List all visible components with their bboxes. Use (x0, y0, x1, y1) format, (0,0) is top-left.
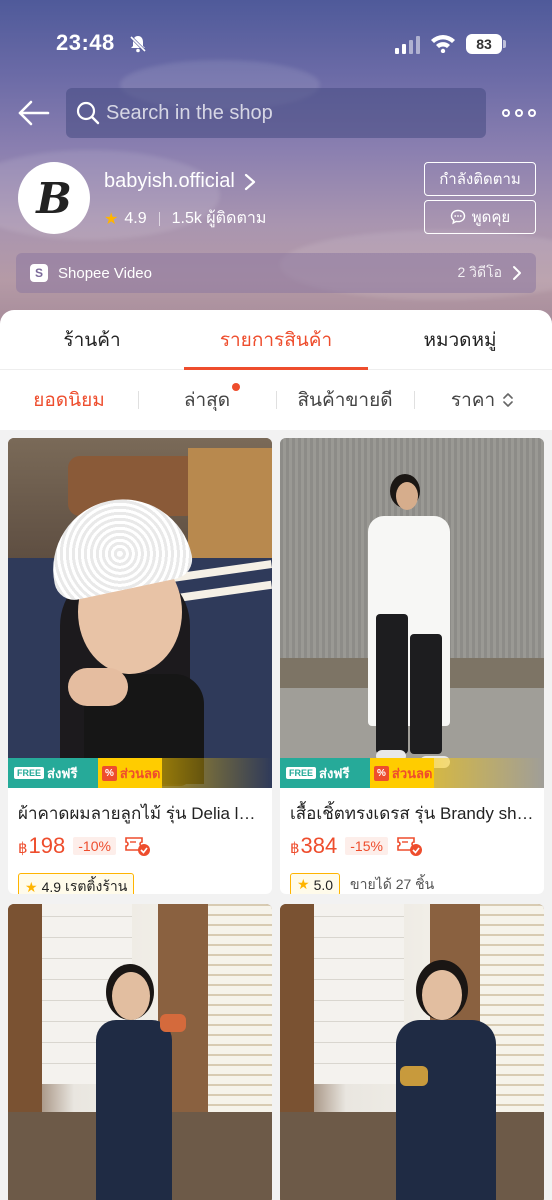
video-count-text: 2 วิดีโอ (457, 264, 502, 280)
discount-badge: % ส่วนลด (370, 758, 434, 788)
sort-price[interactable]: ราคา (414, 385, 552, 415)
rating-badge: ★ 5.0 (290, 873, 341, 894)
search-icon (76, 101, 100, 125)
price-value: 384 (300, 833, 338, 858)
coupon-icon (125, 837, 150, 856)
shop-rating: 4.9 (124, 209, 147, 227)
discount-label: -10% (73, 837, 116, 855)
shop-info: B babyish.official ★ 4.9 1.5k ผู้ติดตาม … (18, 162, 538, 238)
battery-indicator: 83 (466, 34, 506, 54)
rating-meta: เรตติ้งร้าน (65, 878, 128, 894)
product-image[interactable] (280, 904, 544, 1200)
promo-badges: FREE ส่งฟรี % ส่วนลด (8, 758, 272, 788)
product-card[interactable] (8, 904, 272, 1200)
tab-products[interactable]: รายการสินค้า (184, 310, 368, 370)
product-image[interactable] (8, 904, 272, 1200)
chevron-right-icon (244, 173, 255, 190)
search-input[interactable] (106, 101, 466, 125)
shop-name: babyish.official (104, 170, 235, 192)
rating-value: 4.9 (41, 879, 62, 894)
chat-button[interactable]: พูดคุย (424, 200, 536, 234)
product-meta: ★ 5.0 ขายได้ 27 ชิ้น (280, 859, 544, 894)
shop-tabs: ร้านค้า รายการสินค้า หมวดหมู่ (0, 310, 552, 370)
discount-text: ส่วนลด (119, 765, 161, 781)
sort-bar: ยอดนิยม ล่าสุด สินค้าขายดี ราคา (0, 370, 552, 430)
price-row: ฿198 -10% (8, 827, 272, 859)
currency-symbol: ฿ (290, 840, 300, 857)
sort-top-sales[interactable]: สินค้าขายดี (276, 385, 414, 415)
free-shipping-badge: FREE ส่งฟรี (8, 758, 98, 788)
rating-badge: ★ 4.9 เรตติ้งร้าน (18, 873, 135, 895)
product-image[interactable]: FREE ส่งฟรี % ส่วนลด (8, 438, 272, 788)
tab-shop[interactable]: ร้านค้า (0, 310, 184, 369)
divider (158, 211, 160, 226)
sort-price-label: ราคา (450, 390, 496, 411)
free-shipping-text: ส่งฟรี (47, 765, 78, 781)
sort-latest-label: ล่าสุด (183, 390, 231, 411)
tab-categories[interactable]: หมวดหมู่ (368, 310, 552, 369)
product-title[interactable]: เสื้อเชิ้ตทรงเดรส รุ่น Brandy shirt dres… (280, 788, 544, 827)
shopee-video-label: Shopee Video (58, 264, 152, 282)
chat-bubble-icon (450, 209, 465, 225)
shop-search-bar[interactable] (66, 88, 486, 138)
star-icon: ★ (25, 878, 38, 895)
free-shipping-text: ส่งฟรี (319, 765, 350, 781)
shop-stats: ★ 4.9 1.5k ผู้ติดตาม (104, 206, 266, 231)
sort-updown-icon (503, 393, 513, 407)
star-icon: ★ (104, 210, 119, 228)
free-tag: FREE (14, 767, 45, 779)
discount-tag: % (374, 765, 389, 781)
free-tag: FREE (286, 767, 317, 779)
rating-value: 5.0 (313, 876, 334, 893)
product-price: ฿384 (290, 833, 337, 859)
video-count: 2 วิดีโอ (457, 262, 522, 284)
product-card[interactable]: FREE ส่งฟรี % ส่วนลด เสื้อเชิ้ตทรงเดรส ร… (280, 438, 544, 894)
shop-name-link[interactable]: babyish.official (104, 170, 257, 193)
status-bar: 23:48 83 (0, 0, 552, 90)
sort-latest[interactable]: ล่าสุด (138, 383, 276, 415)
star-icon: ★ (297, 876, 310, 892)
discount-text: ส่วนลด (391, 765, 433, 781)
discount-label: -15% (345, 837, 388, 855)
shopee-video-bar[interactable]: S Shopee Video 2 วิดีโอ (16, 253, 536, 293)
promo-badges: FREE ส่งฟรี % ส่วนลด (280, 758, 544, 788)
chevron-right-icon (513, 266, 521, 280)
shopee-video-icon: S (30, 264, 48, 282)
cellular-signal-icon (395, 36, 420, 54)
price-row: ฿384 -15% (280, 827, 544, 859)
free-shipping-badge: FREE ส่งฟรี (280, 758, 370, 788)
sold-count: ขายได้ 27 ชิ้น (350, 875, 435, 892)
product-meta: ★ 4.9 เรตติ้งร้าน (8, 859, 272, 894)
discount-tag: % (102, 765, 117, 781)
product-image[interactable]: FREE ส่งฟรี % ส่วนลด (280, 438, 544, 788)
content-sheet: ร้านค้า รายการสินค้า หมวดหมู่ ยอดนิยม ล่… (0, 310, 552, 1200)
product-card[interactable]: FREE ส่งฟรี % ส่วนลด ผ้าคาดผมลายลูกไม้ ร… (8, 438, 272, 894)
top-bar (0, 88, 552, 138)
product-price: ฿198 (18, 833, 65, 859)
following-button[interactable]: กำลังติดตาม (424, 162, 536, 196)
shop-avatar[interactable]: B (18, 162, 90, 234)
discount-badge: % ส่วนลด (98, 758, 162, 788)
product-title[interactable]: ผ้าคาดผมลายลูกไม้ รุ่น Delia lace headba… (8, 788, 272, 827)
back-arrow-icon[interactable] (16, 96, 50, 130)
status-time: 23:48 (56, 30, 115, 55)
shop-followers: 1.5k ผู้ติดตาม (171, 210, 267, 227)
new-indicator-dot (232, 383, 240, 391)
sort-popular[interactable]: ยอดนิยม (0, 385, 138, 415)
price-value: 198 (28, 833, 66, 858)
wifi-icon (431, 35, 455, 53)
bell-muted-icon (129, 35, 147, 53)
coupon-icon (397, 837, 422, 856)
currency-symbol: ฿ (18, 840, 28, 857)
product-card[interactable] (280, 904, 544, 1200)
chat-button-label: พูดคุย (471, 209, 511, 226)
more-options-icon[interactable] (502, 102, 536, 124)
shop-avatar-logo: B (36, 173, 72, 223)
product-grid: FREE ส่งฟรี % ส่วนลด ผ้าคาดผมลายลูกไม้ ร… (0, 430, 552, 1200)
